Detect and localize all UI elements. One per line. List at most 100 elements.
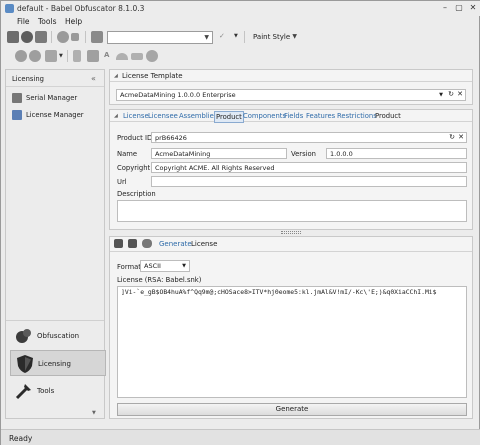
menu-file[interactable]: File bbox=[17, 17, 30, 26]
forward-icon[interactable] bbox=[29, 50, 41, 62]
open-icon[interactable] bbox=[114, 239, 123, 248]
generate-panel: Generate License Format ASCII ▼ License … bbox=[109, 236, 473, 419]
tab-features[interactable]: Features bbox=[306, 112, 335, 120]
save-icon[interactable] bbox=[128, 239, 137, 248]
license-key-label: License (RSA: Babel.snk) bbox=[117, 276, 202, 284]
chevron-icon[interactable] bbox=[131, 53, 143, 60]
license-template-panel: ◢ License Template AcmeDataMining 1.0.0.… bbox=[109, 69, 473, 105]
product-id-field[interactable]: prB66426 ↻ ✕ bbox=[151, 132, 467, 143]
product-id-label: Product ID bbox=[117, 134, 153, 142]
sidebar-item-serial-manager[interactable]: Serial Manager bbox=[10, 91, 102, 107]
minimize-icon[interactable]: – bbox=[439, 3, 451, 13]
generate-toolbar: Generate License bbox=[110, 237, 472, 252]
license-title: License bbox=[191, 240, 218, 248]
tab-product[interactable]: Product bbox=[214, 111, 244, 123]
nav-licensing[interactable]: Licensing bbox=[10, 350, 106, 376]
stop-icon[interactable] bbox=[71, 33, 79, 41]
sidebar-scroll-icon[interactable]: ▼ bbox=[92, 410, 96, 416]
sidebar: Licensing « Serial Manager License Manag… bbox=[5, 69, 106, 419]
shield-icon bbox=[15, 354, 35, 374]
generate-link[interactable]: Generate bbox=[159, 240, 192, 248]
app-icon bbox=[5, 4, 14, 13]
target-combo[interactable]: ▼ bbox=[107, 31, 213, 44]
remove-icon[interactable]: ✕ bbox=[458, 133, 464, 141]
tab-components[interactable]: Components bbox=[243, 112, 286, 120]
remove-icon[interactable]: ✕ bbox=[457, 90, 463, 98]
menu-bar: File Tools Help bbox=[1, 16, 480, 28]
license-template-select[interactable]: AcmeDataMining 1.0.0.0 Enterprise ▼ ↻ ✕ bbox=[116, 89, 466, 101]
chevron-down-icon: ▼ bbox=[182, 263, 186, 269]
name-label: Name bbox=[117, 150, 138, 158]
nav-obfuscation[interactable]: Obfuscation bbox=[10, 323, 106, 349]
collapse-triangle-icon[interactable]: ◢ bbox=[114, 73, 118, 79]
version-label: Version bbox=[291, 150, 316, 158]
check-icon[interactable]: ✓ bbox=[219, 32, 225, 40]
tab-license[interactable]: License bbox=[123, 112, 149, 120]
product-panel: ◢ License Licensee Assemblies Product Co… bbox=[109, 109, 473, 230]
new-file-icon[interactable] bbox=[7, 31, 19, 43]
record-icon[interactable] bbox=[57, 31, 69, 43]
copyright-field[interactable]: Copyright ACME. All Rights Reserved bbox=[151, 162, 467, 173]
description-field[interactable] bbox=[117, 200, 467, 222]
version-field[interactable]: 1.0.0.0 bbox=[326, 148, 467, 159]
license-manager-icon bbox=[12, 110, 22, 120]
tab-title: Product bbox=[375, 112, 401, 120]
product-tabs: ◢ License Licensee Assemblies Product Co… bbox=[110, 110, 472, 123]
tab-fields[interactable]: Fields bbox=[284, 112, 303, 120]
maximize-icon[interactable]: ▢ bbox=[453, 3, 465, 13]
toolbar-secondary: ▼ A bbox=[5, 50, 205, 66]
tab-restrictions[interactable]: Restrictions bbox=[337, 112, 377, 120]
font-icon[interactable]: A bbox=[104, 51, 109, 59]
selected-template: AcmeDataMining 1.0.0.0 Enterprise bbox=[120, 91, 236, 99]
status-text: Ready bbox=[9, 434, 33, 443]
pin-icon[interactable] bbox=[73, 50, 81, 62]
name-field[interactable]: AcmeDataMining bbox=[151, 148, 287, 159]
open-file-icon[interactable] bbox=[21, 31, 33, 43]
paint-style-dropdown[interactable]: Paint Style ▼ bbox=[250, 31, 298, 44]
window-title: default - Babel Obfuscator 8.1.0.3 bbox=[17, 4, 145, 13]
splitter-handle[interactable] bbox=[281, 231, 301, 234]
project-icon[interactable] bbox=[91, 31, 103, 43]
sidebar-header: Licensing « bbox=[6, 70, 104, 87]
generate-button[interactable]: Generate bbox=[117, 403, 467, 416]
refresh-icon[interactable]: ↻ bbox=[448, 90, 454, 98]
nav-label: Obfuscation bbox=[37, 332, 80, 340]
tab-assemblies[interactable]: Assemblies bbox=[179, 112, 217, 120]
sidebar-item-label: License Manager bbox=[26, 111, 84, 119]
panel-header: ◢ License Template bbox=[110, 70, 472, 82]
tab-licensee[interactable]: Licensee bbox=[148, 112, 178, 120]
view-dropdown-icon[interactable]: ▼ bbox=[59, 53, 63, 59]
refresh-icon[interactable]: ↻ bbox=[449, 133, 455, 141]
app-window: default - Babel Obfuscator 8.1.0.3 – ▢ ✕… bbox=[0, 0, 480, 445]
collapse-icon[interactable]: « bbox=[91, 74, 96, 83]
chart-icon[interactable] bbox=[87, 50, 99, 62]
settings-icon[interactable] bbox=[146, 50, 158, 62]
nav-label: Tools bbox=[37, 387, 55, 395]
nav-tools[interactable]: Tools bbox=[10, 378, 106, 404]
url-field[interactable] bbox=[151, 176, 467, 187]
format-label: Format bbox=[117, 263, 141, 271]
product-id-value: prB66426 bbox=[155, 134, 187, 142]
check-dropdown-icon[interactable]: ▼ bbox=[234, 33, 238, 39]
generate-button-label: Generate bbox=[275, 405, 309, 413]
sidebar-item-license-manager[interactable]: License Manager bbox=[10, 108, 102, 124]
name-value: AcmeDataMining bbox=[155, 150, 211, 158]
license-output[interactable]: ]Vi-`e_gB$OB4huA%f^Qq9m@;cHOSace8>ITV*hj… bbox=[117, 286, 467, 398]
close-icon[interactable]: ✕ bbox=[467, 3, 479, 13]
panel-title: License Template bbox=[122, 72, 183, 80]
license-text: ]Vi-`e_gB$OB4huA%f^Qq9m@;cHOSace8>ITV*hj… bbox=[121, 288, 437, 296]
back-icon[interactable] bbox=[15, 50, 27, 62]
nav-label: Licensing bbox=[38, 360, 71, 368]
key-icon[interactable] bbox=[142, 239, 152, 248]
save-icon[interactable] bbox=[35, 31, 47, 43]
toolbar-main: ▼ ✓ ▼ Paint Style ▼ bbox=[5, 31, 477, 47]
format-select[interactable]: ASCII ▼ bbox=[140, 260, 190, 272]
collapse-triangle-icon[interactable]: ◢ bbox=[114, 113, 118, 119]
url-label: Url bbox=[117, 178, 127, 186]
menu-help[interactable]: Help bbox=[65, 17, 82, 26]
tools-icon bbox=[14, 381, 34, 401]
gauge-icon[interactable] bbox=[116, 53, 128, 60]
menu-tools[interactable]: Tools bbox=[38, 17, 56, 26]
obfuscation-icon bbox=[14, 326, 34, 346]
view-icon[interactable] bbox=[45, 50, 57, 62]
